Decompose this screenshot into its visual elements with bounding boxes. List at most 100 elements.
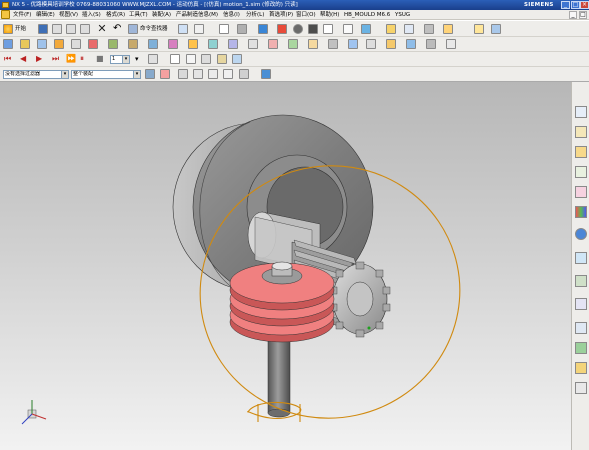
environment-icon[interactable]: [3, 39, 13, 49]
orient-view-icon[interactable]: [258, 24, 268, 34]
explode-icon[interactable]: [201, 54, 211, 64]
command-finder-icon[interactable]: [128, 24, 138, 34]
worm-wheel[interactable]: [229, 261, 335, 343]
maximize-button[interactable]: □: [571, 1, 580, 9]
show-hide-icon[interactable]: [194, 24, 204, 34]
events-icon[interactable]: [217, 54, 227, 64]
paste-icon[interactable]: [80, 24, 90, 34]
part-select-icon[interactable]: [261, 69, 271, 79]
capture-icon[interactable]: [170, 54, 180, 64]
trace-icon[interactable]: [268, 39, 278, 49]
selection-filter-dropdown-icon[interactable]: ▾: [61, 71, 68, 78]
joint-icon[interactable]: [361, 24, 371, 34]
menu-format[interactable]: 格式(R): [106, 10, 125, 20]
spring-icon[interactable]: [54, 39, 64, 49]
selection-filter-combo[interactable]: 没有选择过滤器 ▾: [3, 70, 69, 79]
loop-icon[interactable]: [148, 54, 158, 64]
step-back-icon[interactable]: ◀: [20, 54, 30, 64]
menu-information[interactable]: 信息(I): [223, 10, 240, 20]
process-studio-icon[interactable]: [575, 298, 587, 310]
mould-icon[interactable]: [443, 24, 453, 34]
command-finder-button[interactable]: 命令查找器: [140, 24, 168, 34]
step-dropdown-icon[interactable]: ▾: [135, 54, 145, 64]
save-icon[interactable]: [38, 24, 48, 34]
section-icon[interactable]: [343, 24, 353, 34]
menu-pmi[interactable]: 产品制造信息(M): [176, 10, 218, 20]
menu-assemblies[interactable]: 装配(A): [152, 10, 171, 20]
step-forward-icon[interactable]: ⏭: [52, 54, 62, 64]
highlight-icon[interactable]: [160, 69, 170, 79]
rewind-start-icon[interactable]: ⏮: [4, 54, 14, 64]
play-icon[interactable]: ▶: [36, 54, 46, 64]
menu-analysis[interactable]: 分析(L): [246, 10, 264, 20]
web-browser-icon[interactable]: [575, 228, 587, 240]
roles-icon[interactable]: [575, 322, 587, 334]
surface-icon[interactable]: [424, 24, 434, 34]
gear-icon[interactable]: [88, 39, 98, 49]
trace-motion-icon[interactable]: [186, 54, 196, 64]
grab-icon[interactable]: [223, 69, 233, 79]
copy-icon[interactable]: [66, 24, 76, 34]
undo-icon[interactable]: ↶: [113, 24, 123, 34]
start-icon[interactable]: [3, 24, 13, 34]
part-navigator-icon[interactable]: [575, 146, 587, 158]
cube-icon[interactable]: [308, 24, 318, 34]
damper-icon[interactable]: [71, 39, 81, 49]
cable-icon[interactable]: [108, 39, 118, 49]
shading-icon[interactable]: [237, 24, 247, 34]
pause-icon[interactable]: ⏸: [80, 54, 90, 64]
history-icon[interactable]: [575, 252, 587, 264]
motion-navigator-icon[interactable]: [575, 362, 587, 374]
stop-icon[interactable]: ■: [96, 54, 106, 64]
menu-file[interactable]: 文件(F): [13, 10, 31, 20]
rotate-icon[interactable]: [193, 69, 203, 79]
assembly-navigator-icon[interactable]: [575, 106, 587, 118]
menu-view[interactable]: 视图(V): [59, 10, 78, 20]
constraint-navigator-icon[interactable]: [575, 126, 587, 138]
snap-icon[interactable]: [178, 24, 188, 34]
contact-icon[interactable]: [128, 39, 138, 49]
sphere-icon[interactable]: [293, 24, 303, 34]
menu-help[interactable]: 帮助(H): [320, 10, 339, 20]
menu-ysug[interactable]: YSUG: [395, 10, 410, 20]
deselect-icon[interactable]: [208, 69, 218, 79]
torque-icon[interactable]: [168, 39, 178, 49]
menu-edit[interactable]: 编辑(E): [36, 10, 55, 20]
export-icon[interactable]: [328, 39, 338, 49]
fast-forward-icon[interactable]: ⏩: [66, 54, 76, 64]
menu-hb-mould[interactable]: HB_MOULD M6.6: [344, 10, 390, 20]
spreadsheet-icon[interactable]: [308, 39, 318, 49]
doc-minimize-button[interactable]: _: [569, 11, 577, 19]
hd3d-tools-icon[interactable]: [575, 186, 587, 198]
tooling-icon[interactable]: [474, 24, 484, 34]
system-scenes-icon[interactable]: [575, 342, 587, 354]
animation-icon[interactable]: [406, 39, 416, 49]
graph-icon[interactable]: [288, 39, 298, 49]
view-triad-icon[interactable]: [426, 39, 436, 49]
graphics-window[interactable]: [0, 82, 571, 450]
step-size-dropdown-icon[interactable]: ▾: [122, 56, 129, 63]
force-icon[interactable]: [148, 39, 158, 49]
system-materials-icon[interactable]: [575, 275, 587, 287]
general-select-icon[interactable]: [145, 69, 155, 79]
palette-icon[interactable]: [575, 206, 587, 218]
ysug-icon[interactable]: [491, 24, 501, 34]
joint-create-icon[interactable]: [37, 39, 47, 49]
layer-icon[interactable]: [277, 24, 287, 34]
start-button[interactable]: 开始: [15, 24, 26, 34]
load-transfer-icon[interactable]: [348, 39, 358, 49]
nx-menu-icon[interactable]: [1, 10, 10, 19]
fit-view-icon[interactable]: [219, 24, 229, 34]
close-button[interactable]: ×: [580, 1, 589, 9]
menu-window[interactable]: 窗口(O): [296, 10, 316, 20]
measure-icon[interactable]: [404, 24, 414, 34]
finish-icon[interactable]: [232, 54, 242, 64]
wireframe-icon[interactable]: [323, 24, 333, 34]
marker-icon[interactable]: [188, 39, 198, 49]
delete-icon[interactable]: ✕: [97, 23, 107, 34]
articulation-icon[interactable]: [386, 39, 396, 49]
menu-insert[interactable]: 插入(S): [82, 10, 101, 20]
assembly-scope-dropdown-icon[interactable]: ▾: [133, 71, 140, 78]
analysis-icon[interactable]: [386, 24, 396, 34]
simulation-icon[interactable]: [575, 382, 587, 394]
